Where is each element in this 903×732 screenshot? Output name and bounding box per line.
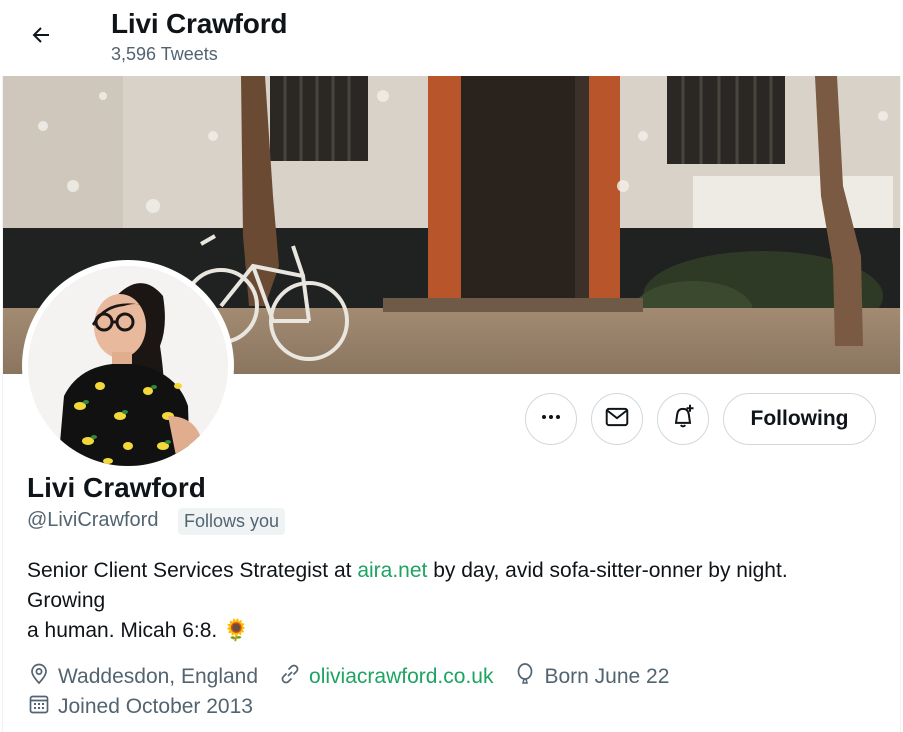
follows-you-badge: Follows you bbox=[178, 508, 286, 535]
profile-avatar[interactable] bbox=[22, 260, 234, 472]
calendar-icon bbox=[27, 692, 58, 722]
profile-bio: Senior Client Services Strategist at air… bbox=[27, 556, 887, 646]
joined-item: Joined October 2013 bbox=[27, 692, 253, 722]
location-pin-icon bbox=[27, 662, 58, 692]
avatar-photo bbox=[28, 266, 228, 466]
arrow-left-icon bbox=[29, 23, 53, 52]
joined-text: Joined October 2013 bbox=[58, 695, 253, 718]
envelope-icon bbox=[604, 404, 630, 435]
link-icon bbox=[278, 662, 309, 692]
notify-button[interactable] bbox=[657, 393, 709, 445]
website-link[interactable]: oliviacrawford.co.uk bbox=[309, 665, 493, 689]
message-button[interactable] bbox=[591, 393, 643, 445]
profile-meta: Waddesdon, England oliviacrawford.co.uk … bbox=[27, 662, 689, 692]
bell-plus-icon bbox=[669, 403, 697, 436]
profile-name: Livi Crawford bbox=[27, 472, 206, 503]
website-item: oliviacrawford.co.uk bbox=[278, 662, 493, 692]
profile-handle: @LiviCrawford bbox=[27, 509, 159, 531]
birthday-item: Born June 22 bbox=[513, 662, 669, 692]
balloon-icon bbox=[513, 662, 544, 692]
bio-line-2: Growing bbox=[27, 589, 106, 612]
birthday-text: Born June 22 bbox=[544, 665, 670, 688]
more-dots-icon bbox=[539, 405, 563, 434]
location-item: Waddesdon, England bbox=[27, 662, 258, 692]
tweet-count: 3,596 Tweets bbox=[111, 44, 218, 64]
header-title: Livi Crawford bbox=[111, 8, 288, 39]
bio-text-after: by day, avid sofa-sitter-onner by night. bbox=[427, 559, 788, 582]
more-button[interactable] bbox=[525, 393, 577, 445]
bio-line-3: a human. Micah 6:8. 🌻 bbox=[27, 619, 250, 642]
bio-text: Senior Client Services Strategist at bbox=[27, 559, 358, 582]
profile-header: Livi Crawford 3,596 Tweets bbox=[0, 0, 903, 76]
location-text: Waddesdon, England bbox=[58, 665, 259, 688]
following-button[interactable]: Following bbox=[723, 393, 876, 445]
back-button[interactable] bbox=[22, 18, 60, 56]
profile-meta-joined: Joined October 2013 bbox=[27, 692, 273, 722]
bio-link[interactable]: aira.net bbox=[357, 559, 427, 582]
